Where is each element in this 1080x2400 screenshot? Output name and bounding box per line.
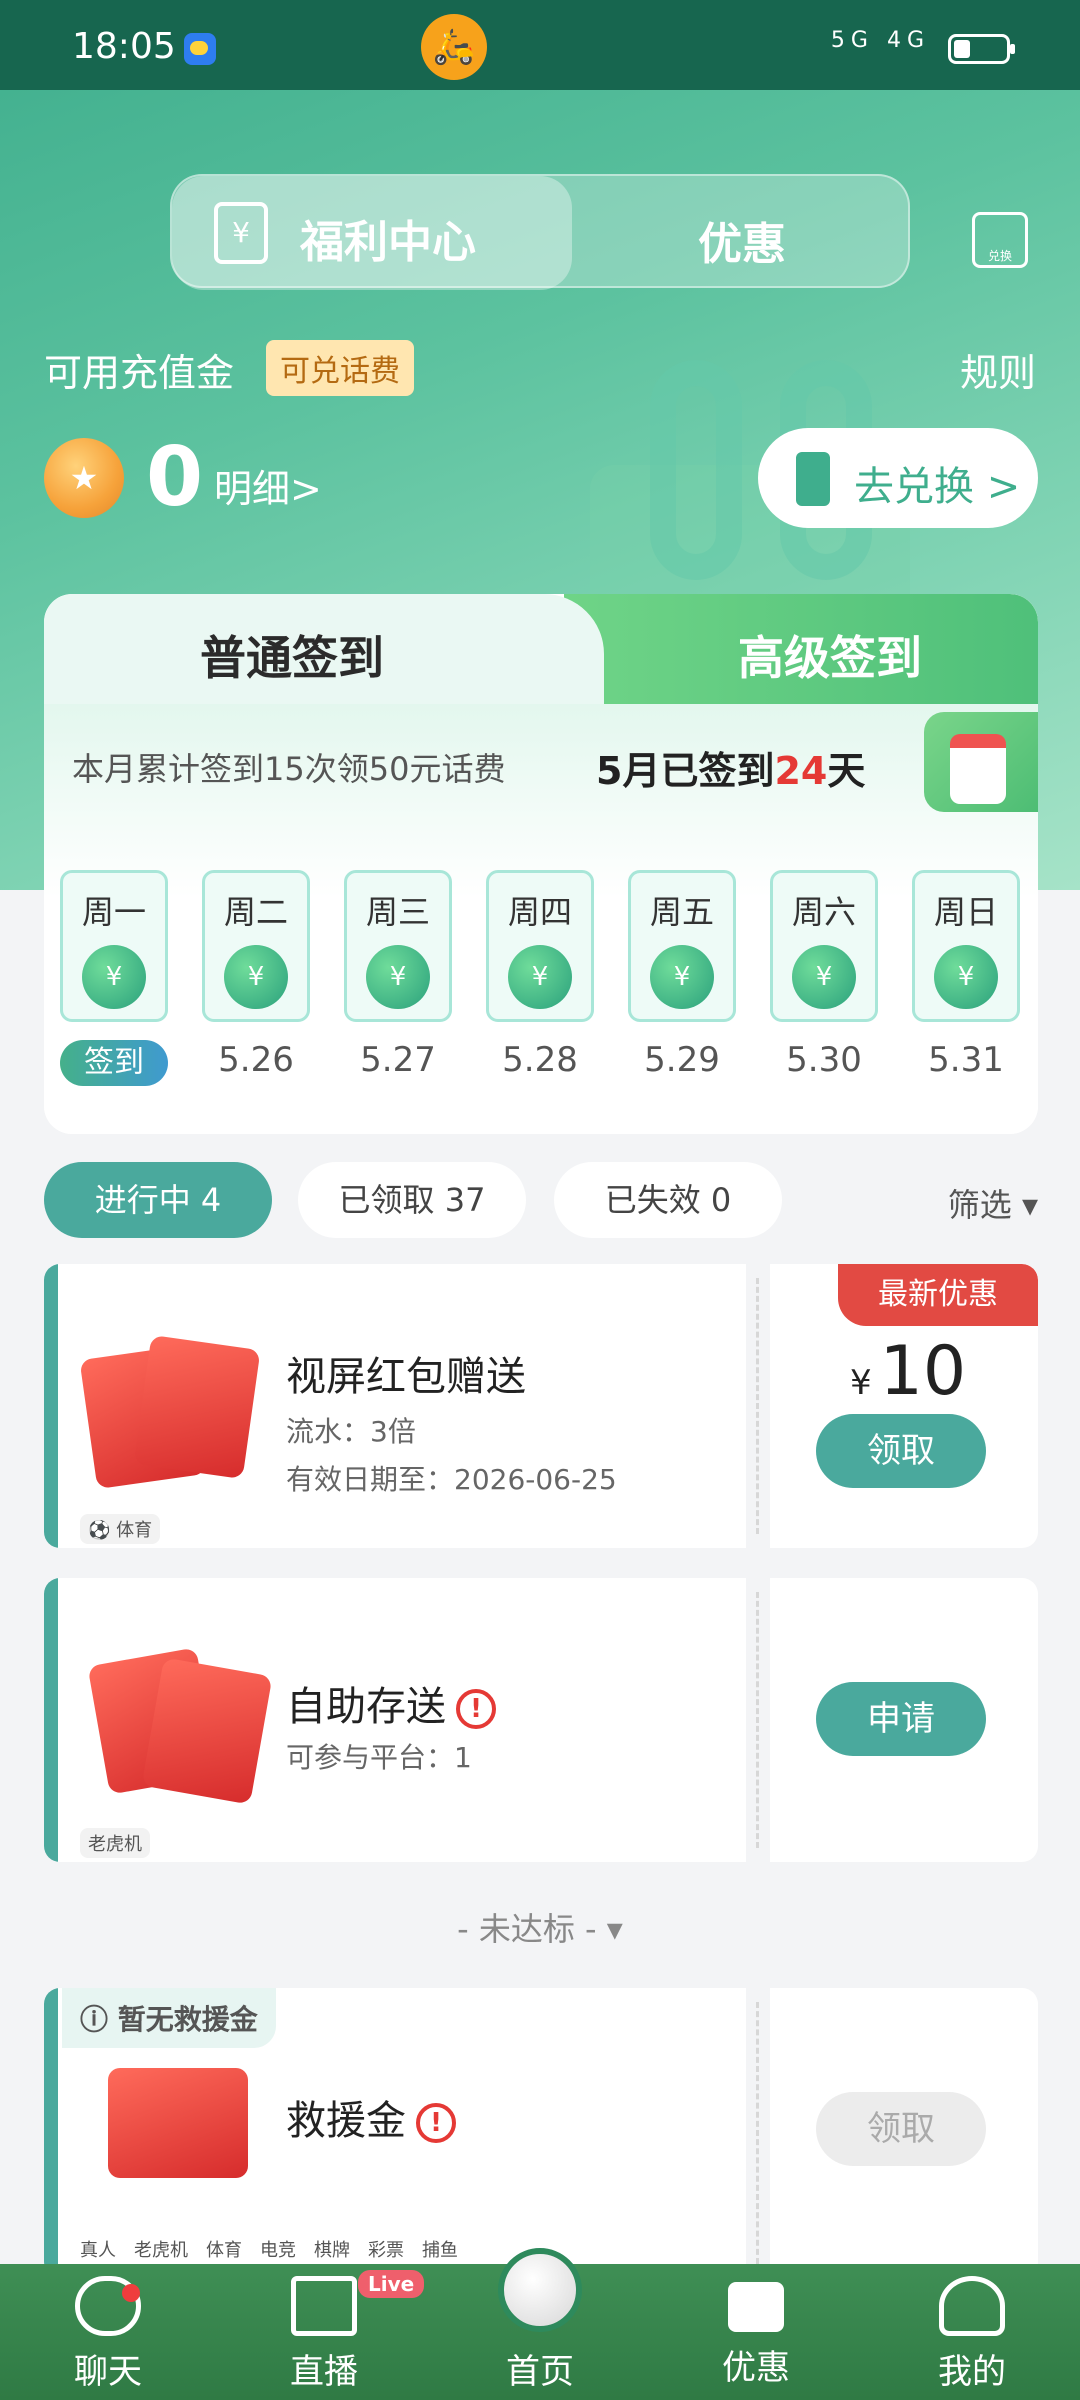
checkin-status: 5月已签到24天 [596, 749, 866, 793]
warning-icon: ! [416, 2103, 456, 2143]
battery-icon [948, 34, 1015, 64]
detail-link[interactable]: 明细> [214, 458, 322, 513]
phone-coin-icon: ¥ [82, 945, 146, 1009]
checkin-button[interactable]: 签到 [60, 1040, 168, 1086]
live-badge: Live [358, 2270, 425, 2298]
checkin-days: 周一 ¥ 签到 周二 ¥ 5.26 周三 ¥ 5.27 周四 ¥ 5.28 周五 ¥ 5.… [60, 870, 1030, 1086]
tab-premium-label: 高级签到 [738, 631, 922, 685]
day-thu: 周四 ¥ 5.28 [486, 870, 594, 1080]
rescue-title: 救援金! [286, 2088, 456, 2146]
money-hands-image [78, 1636, 273, 1806]
phone-coin-icon: ¥ [650, 945, 714, 1009]
calendar-icon[interactable] [924, 712, 1038, 812]
nav-home[interactable]: 首页 [460, 2264, 620, 2400]
phone-icon [796, 452, 830, 506]
filter-dropdown[interactable]: 筛选 ▾ [948, 1180, 1038, 1226]
tab-normal-checkin[interactable]: 普通签到 [44, 594, 604, 704]
filter-in-progress[interactable]: 进行中 4 [44, 1162, 272, 1238]
ticket-icon [728, 2282, 784, 2332]
day-wed: 周三 ¥ 5.27 [344, 870, 452, 1080]
filter-claimed[interactable]: 已领取 37 [298, 1162, 526, 1238]
filter-bar: 进行中 4 已领取 37 已失效 0 筛选 ▾ [44, 1162, 1038, 1238]
nav-chat[interactable]: 聊天 [28, 2264, 188, 2400]
chevron-down-icon: ▾ [1021, 1186, 1038, 1224]
coupon-title: 自助存送! [286, 1674, 496, 1732]
wallet-badge: 可兑话费 [266, 340, 414, 396]
rescue-claim-button[interactable]: 领取 [816, 2092, 986, 2166]
coupon-card: 视屏红包赠送 流水：3倍 有效日期至：2026-06-25 ⚽ 体育 最新优惠 … [44, 1264, 1038, 1548]
day-tue: 周二 ¥ 5.26 [202, 870, 310, 1080]
coupon-platform-tag: 老虎机 [80, 1828, 150, 1858]
phone-coin-icon: ¥ [366, 945, 430, 1009]
go-exchange-label: 去兑换 > [854, 464, 1021, 510]
signal-icon: 5G 4G [830, 28, 930, 53]
rules-link[interactable]: 规则 [960, 342, 1036, 397]
claim-button[interactable]: 领取 [816, 1414, 986, 1488]
checkin-card: 高级签到 普通签到 本月累计签到15次领50元话费 5月已签到24天 周一 ¥ 签… [44, 594, 1038, 1134]
weather-icon [184, 33, 216, 65]
treasure-chest-image [78, 2048, 258, 2218]
exchange-icon[interactable]: 兑换 [972, 212, 1028, 268]
coupon-amount: ¥10 [850, 1332, 967, 1411]
tab-normal-label: 普通签到 [200, 631, 384, 685]
coupon-platform-tag: ⚽ 体育 [80, 1514, 161, 1544]
tab-welfare-center-label[interactable]: 福利中心 [300, 206, 476, 270]
tab-promotions[interactable]: 优惠 [698, 208, 786, 272]
balance-value: 0 [146, 430, 204, 525]
apply-button[interactable]: 申请 [816, 1682, 986, 1756]
day-mon[interactable]: 周一 ¥ 签到 [60, 870, 168, 1086]
coupon-title: 视屏红包赠送 [286, 1354, 526, 1400]
coupon-expiry: 有效日期至：2026-06-25 [286, 1463, 617, 1496]
chevron-down-icon: ▾ [606, 1910, 623, 1948]
checkin-note: 本月累计签到15次领50元话费 [72, 750, 506, 788]
day-sun: 周日 ¥ 5.31 [912, 870, 1020, 1080]
status-bar: 18:05 🛵 5G 4G [0, 0, 1080, 90]
tv-icon [291, 2276, 357, 2336]
red-envelope-icon: ¥ [214, 202, 268, 264]
checkin-body: 本月累计签到15次领50元话费 5月已签到24天 周一 ¥ 签到 周二 ¥ 5.26… [44, 704, 1038, 1134]
unread-dot [122, 2284, 140, 2302]
phone-coin-icon: ¥ [224, 945, 288, 1009]
day-fri: 周五 ¥ 5.29 [628, 870, 736, 1080]
platform-tags: 真人 老虎机 体育 电竞 棋牌 彩票 捕鱼 [80, 2240, 458, 2261]
phone-coin-icon: ¥ [508, 945, 572, 1009]
day-sat: 周六 ¥ 5.30 [770, 870, 878, 1080]
go-exchange-button[interactable]: 去兑换 > [758, 428, 1038, 528]
scooter-icon: 🛵 [421, 14, 487, 80]
phone-coin-icon: ¥ [934, 945, 998, 1009]
nav-promotions[interactable]: 优惠 [676, 2264, 836, 2400]
coupon-card: 自助存送! 可参与平台：1 老虎机 申请 [44, 1578, 1038, 1862]
coupon-turnover: 流水：3倍 [286, 1415, 416, 1448]
top-tabs: ¥ 福利中心 优惠 [170, 174, 910, 290]
coupon-platforms: 可参与平台：1 [286, 1741, 472, 1774]
newest-badge: 最新优惠 [838, 1264, 1038, 1326]
rescue-card: ⓘ 暂无救援金 救援金! 领取 真人 老虎机 体育 电竞 棋牌 彩票 捕鱼 [44, 1988, 1038, 2278]
phone-coin-icon: ¥ [792, 945, 856, 1009]
checkin-tabs: 高级签到 普通签到 [44, 594, 1038, 704]
coin-icon: ★ [44, 438, 124, 518]
status-time: 18:05 [72, 26, 176, 67]
red-envelope-image [78, 1322, 261, 1492]
bottom-nav: 聊天 直播 Live 首页 优惠 我的 [0, 2248, 1080, 2400]
rescue-badge: ⓘ 暂无救援金 [62, 1988, 276, 2048]
warning-icon: ! [456, 1689, 496, 1729]
nav-mine[interactable]: 我的 [892, 2264, 1052, 2400]
info-icon: ⓘ [80, 2003, 109, 2036]
wallet-label: 可用充值金 [44, 351, 235, 395]
filter-expired[interactable]: 已失效 0 [554, 1162, 782, 1238]
user-icon [939, 2276, 1005, 2336]
unmet-divider[interactable]: - 未达标 - ▾ [0, 1904, 1080, 1950]
tab-premium-checkin[interactable]: 高级签到 [564, 594, 1038, 704]
